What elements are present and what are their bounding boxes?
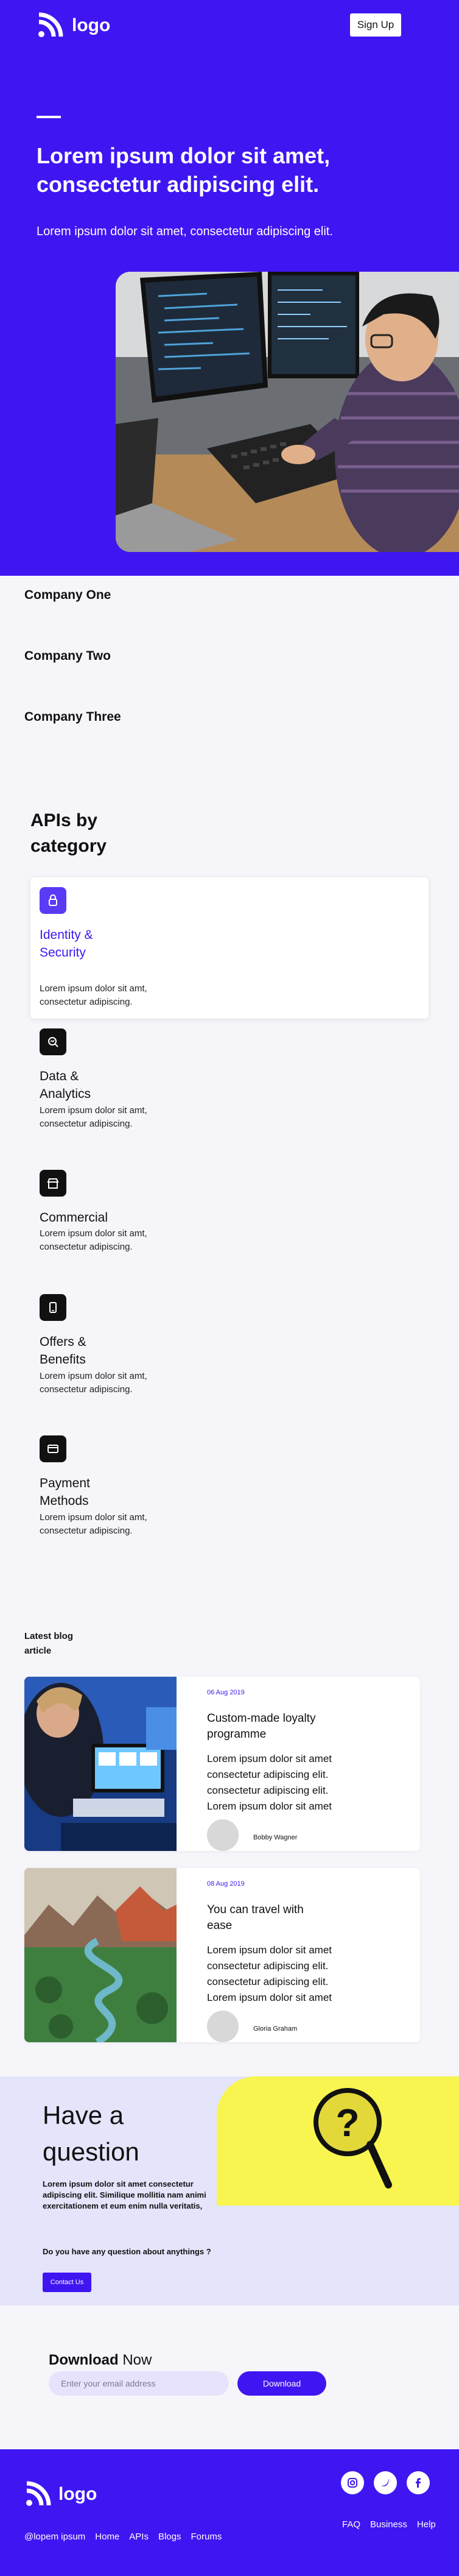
shop-icon <box>40 1170 66 1197</box>
hero-title: Lorem ipsum dolor sit amet, consectetur … <box>37 143 331 197</box>
twitter-icon[interactable] <box>374 2471 397 2494</box>
api-desc: Lorem ipsum dolor sit amt, consectetur a… <box>40 1512 147 1536</box>
blog-heading: Latest blog article <box>24 1631 74 1656</box>
blog-body: Lorem ipsum dolor sit amet consectetur a… <box>207 1753 332 1812</box>
question-prompt: Do you have any question about anythings… <box>43 2247 211 2256</box>
api-card-commercial[interactable]: Commercial Lorem ipsum dolor sit amt, co… <box>30 1170 429 1261</box>
footer-link-forums[interactable]: Forums <box>191 2532 222 2542</box>
magnifier-chart-icon <box>40 1028 66 1055</box>
footer-links-left: @lopem ipsum Home APIs Blogs Forums <box>24 2532 222 2542</box>
logo-icon <box>38 12 63 37</box>
logo[interactable]: logo <box>37 12 110 39</box>
instagram-icon[interactable] <box>341 2471 364 2494</box>
footer: logo FAQ Business Help @lopem ipsum Home… <box>0 2449 459 2576</box>
footer-copyright: @lopem ipsum <box>24 2532 86 2542</box>
api-card-payment-methods[interactable]: Payment Methods Lorem ipsum dolor sit am… <box>30 1435 429 1545</box>
avatar <box>207 1819 239 1851</box>
api-desc: Lorem ipsum dolor sit amt, consectetur a… <box>40 983 147 1007</box>
blog-image-shopping <box>24 1677 177 1851</box>
api-name: Offers & Benefits <box>40 1335 86 1367</box>
apis-title-text: APIs by category <box>30 810 107 856</box>
social-links <box>341 2471 430 2494</box>
blog-author: Bobby Wagner <box>253 1834 298 1841</box>
footer-logo-text: logo <box>58 2484 97 2504</box>
api-card-identity-security[interactable]: Identity & Security Lorem ipsum dolor si… <box>30 877 429 1019</box>
api-card-data-analytics[interactable]: Data & Analytics Lorem ipsum dolor sit a… <box>30 1028 429 1138</box>
logo-icon <box>26 2481 51 2506</box>
blog-title[interactable]: You can travel with ease <box>207 1902 317 1934</box>
company-three: Company Three <box>24 710 121 724</box>
hero-bottom-band <box>0 552 459 576</box>
api-name: Data & Analytics <box>40 1069 91 1101</box>
api-card-offers-benefits[interactable]: Offers & Benefits Lorem ipsum dolor sit … <box>30 1294 429 1404</box>
footer-link-apis[interactable]: APIs <box>129 2532 149 2542</box>
blog-card[interactable]: 06 Aug 2019 Custom-made loyalty programm… <box>24 1677 420 1851</box>
api-name: Payment Methods <box>40 1476 90 1508</box>
footer-link-business[interactable]: Business <box>370 2519 407 2530</box>
question-section: ? Have a question Lorem ipsum dolor sit … <box>0 2076 459 2305</box>
footer-link-home[interactable]: Home <box>95 2532 119 2542</box>
company-two: Company Two <box>24 649 111 663</box>
contact-us-button[interactable]: Contact Us <box>43 2273 91 2292</box>
lock-icon <box>40 887 66 914</box>
question-title: Have a question <box>43 2101 139 2166</box>
blog-card[interactable]: 08 Aug 2019 You can travel with ease Lor… <box>24 1868 420 2042</box>
blog-date: 08 Aug 2019 <box>207 1880 245 1888</box>
hero-divider <box>37 116 61 118</box>
footer-link-help[interactable]: Help <box>417 2519 436 2530</box>
email-field[interactable] <box>49 2371 229 2396</box>
footer-link-blogs[interactable]: Blogs <box>158 2532 181 2542</box>
apis-section-title: APIs by category <box>30 808 152 859</box>
question-image-panel: ? <box>217 2076 459 2206</box>
footer-link-faq[interactable]: FAQ <box>342 2519 360 2530</box>
hero-subtitle: Lorem ipsum dolor sit amet, consectetur … <box>37 225 333 238</box>
download-title: Download Now <box>49 2352 152 2369</box>
logo-text: logo <box>72 15 111 35</box>
blog-body: Lorem ipsum dolor sit amet consectetur a… <box>207 1944 332 2003</box>
download-title-bold: Download <box>49 2352 119 2368</box>
api-desc: Lorem ipsum dolor sit amt, consectetur a… <box>40 1228 147 1252</box>
footer-links-right: FAQ Business Help <box>342 2519 436 2530</box>
signup-button[interactable]: Sign Up <box>350 13 401 37</box>
api-desc: Lorem ipsum dolor sit amt, consectetur a… <box>40 1371 147 1395</box>
download-title-rest: Now <box>118 2352 152 2368</box>
blog-author: Gloria Graham <box>253 2025 298 2033</box>
download-section: Download Now Download <box>0 2305 459 2449</box>
question-body: Lorem ipsum dolor sit amet consectetur a… <box>43 2179 206 2210</box>
svg-text:?: ? <box>335 2101 359 2145</box>
avatar <box>207 2011 239 2042</box>
card-icon <box>40 1435 66 1462</box>
footer-logo[interactable]: logo <box>24 2481 97 2508</box>
facebook-icon[interactable] <box>407 2471 430 2494</box>
blog-title[interactable]: Custom-made loyalty programme <box>207 1711 317 1743</box>
api-name: Commercial <box>40 1211 108 1225</box>
download-button[interactable]: Download <box>237 2371 326 2396</box>
hero-section: logo Sign Up Lorem ipsum dolor sit amet,… <box>0 0 459 576</box>
mobile-offer-icon <box>40 1294 66 1321</box>
api-name: Identity & Security <box>40 928 93 960</box>
blog-date: 06 Aug 2019 <box>207 1689 245 1696</box>
blog-image-river <box>24 1868 177 2042</box>
api-desc: Lorem ipsum dolor sit amt, consectetur a… <box>40 1105 147 1129</box>
hero-image-developer <box>116 272 459 552</box>
company-one: Company One <box>24 588 111 602</box>
